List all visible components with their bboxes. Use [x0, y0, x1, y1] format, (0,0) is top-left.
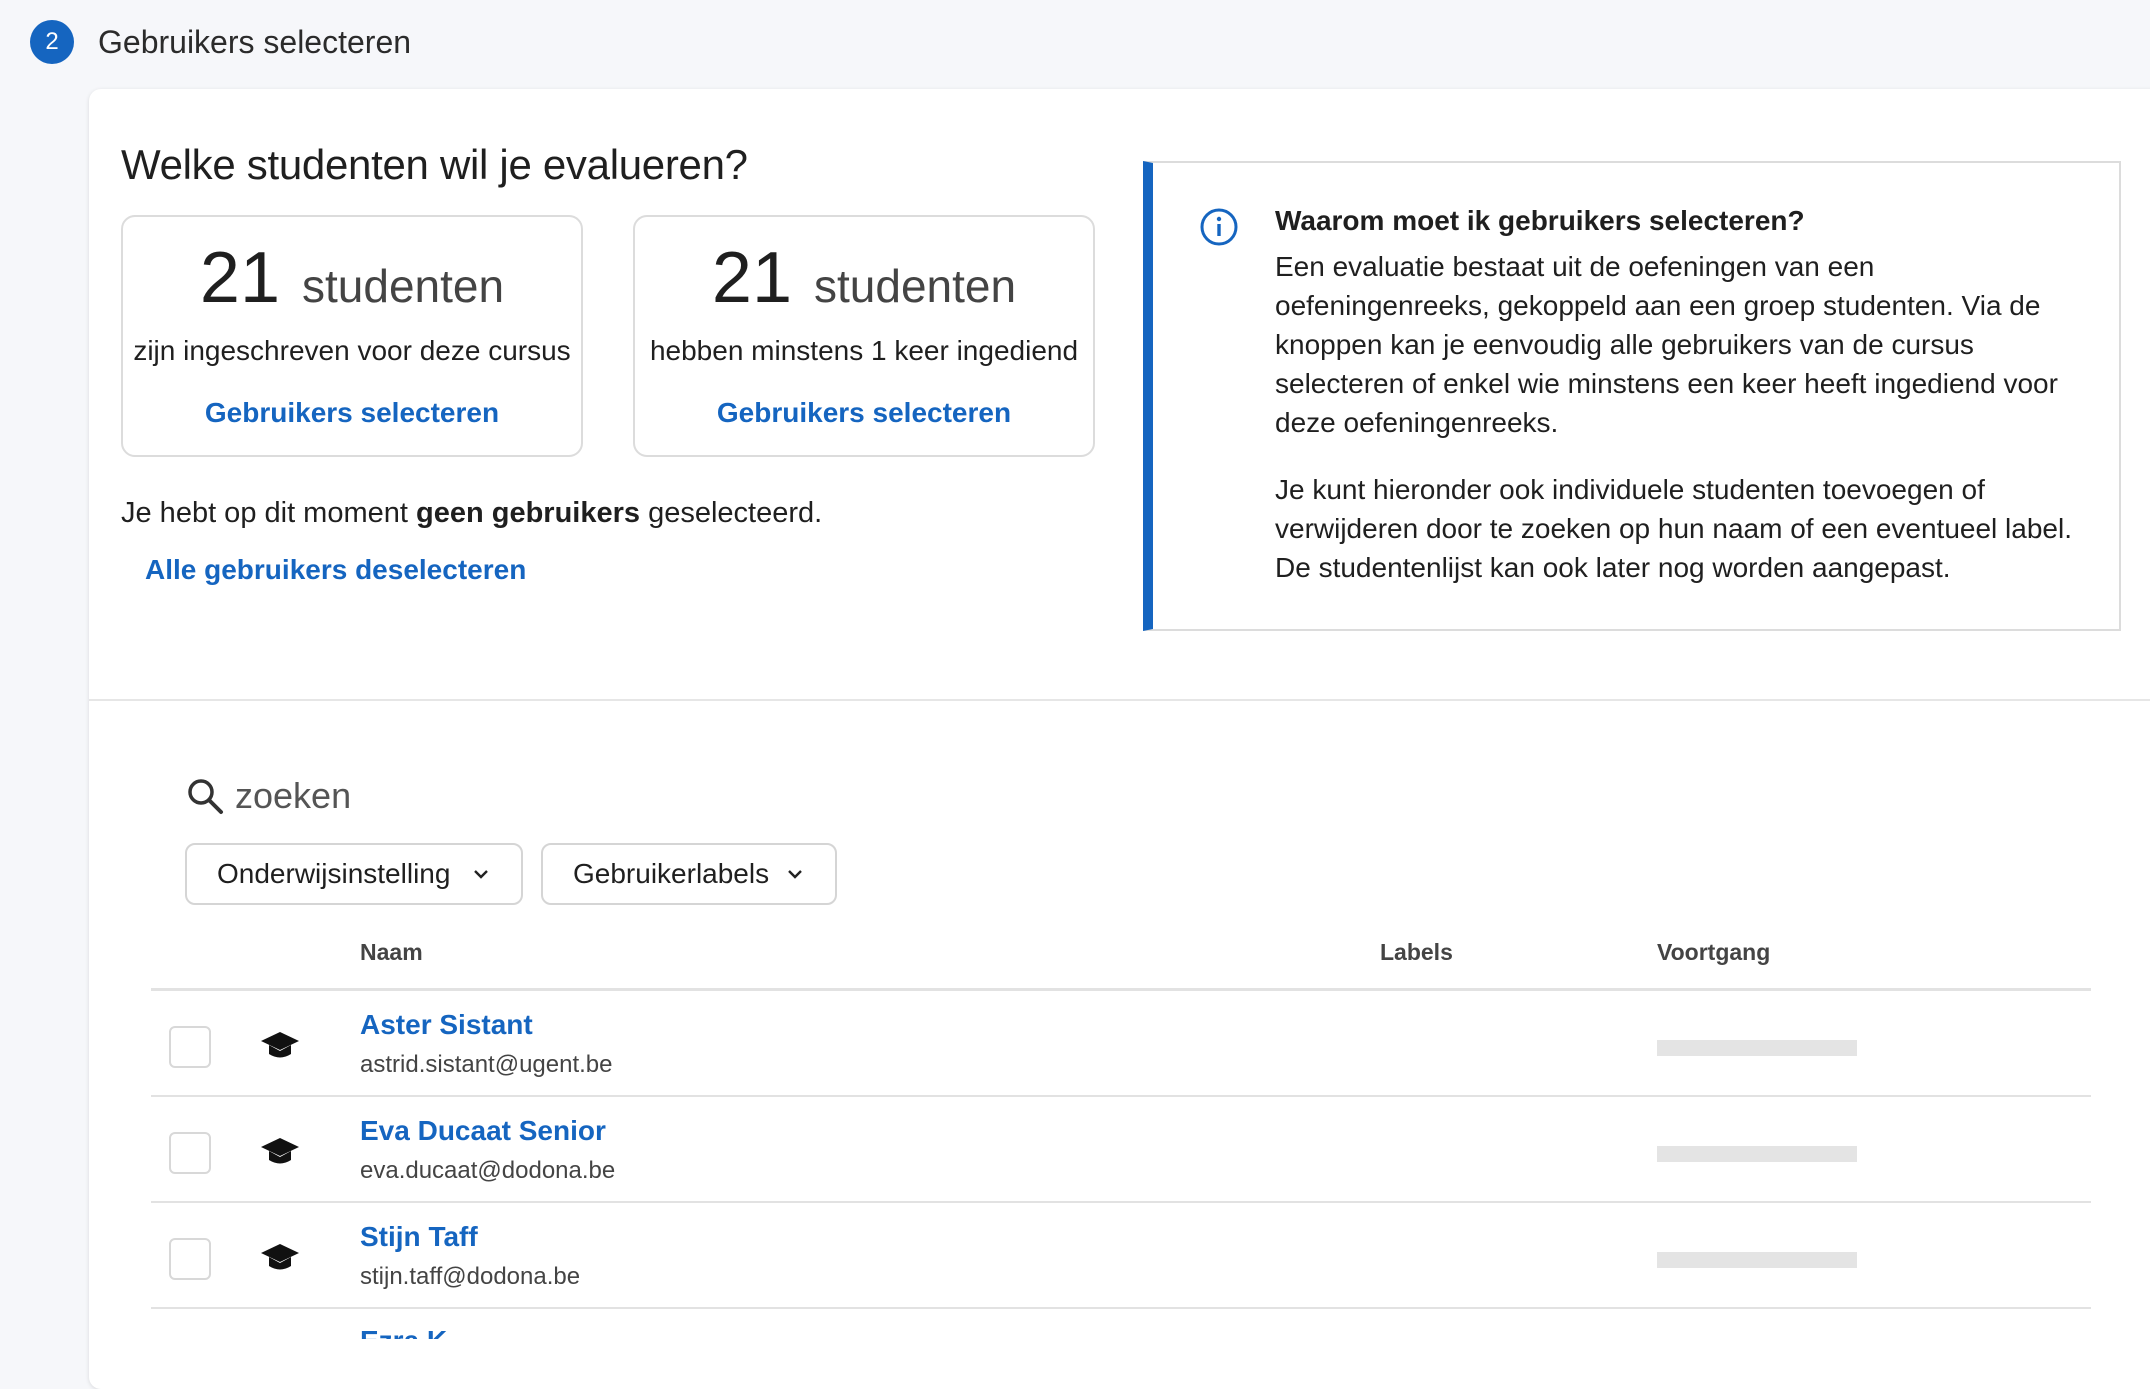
column-header-name: Naam [360, 939, 423, 965]
chevron-down-icon [474, 870, 488, 879]
progress-bar [1657, 1040, 1857, 1056]
graduation-cap-icon [261, 1138, 299, 1164]
info-paragraph: Je kunt hieronder ook individuele studen… [1275, 474, 2072, 583]
section-divider [89, 699, 2150, 701]
graduation-cap-icon [261, 1032, 299, 1058]
stat-description: zijn ingeschreven voor deze cursus [133, 335, 571, 366]
table-row: Ezra K [151, 1309, 2091, 1339]
institution-filter-dropdown[interactable]: Onderwijsinstelling [185, 843, 523, 905]
step-number-badge: 2 [30, 20, 74, 64]
user-name-link[interactable]: Stijn Taff [360, 1221, 478, 1253]
search-bar [185, 775, 835, 817]
table-header: Naam Labels Voortgang [151, 927, 2091, 991]
user-labels-filter-dropdown[interactable]: Gebruikerlabels [541, 843, 837, 905]
info-panel: Waarom moet ik gebruikers selecteren? Ee… [1143, 161, 2121, 631]
search-input[interactable] [235, 775, 835, 817]
stat-unit: studenten [302, 260, 505, 312]
chevron-down-icon [788, 870, 802, 879]
select-enrolled-users-link[interactable]: Gebruikers selecteren [205, 397, 499, 429]
stat-description: hebben minstens 1 keer ingediend [649, 335, 1079, 366]
selection-card: Welke studenten wil je evalueren? 21 stu… [89, 89, 2150, 1389]
stat-box-enrolled: 21 studenten zijn ingeschreven voor deze… [121, 215, 583, 457]
selection-count: geen gebruikers [416, 497, 641, 529]
user-name-link[interactable]: Eva Ducaat Senior [360, 1115, 606, 1147]
column-header-labels: Labels [1380, 939, 1453, 965]
step-title: Gebruikers selecteren [98, 23, 412, 60]
graduation-cap-icon [261, 1244, 299, 1270]
users-table: Naam Labels Voortgang Aster Sistant astr… [151, 927, 2091, 1339]
table-row: Stijn Taff stijn.taff@dodona.be [151, 1203, 2091, 1309]
user-email: eva.ducaat@dodona.be [360, 1157, 616, 1184]
selection-prefix: Je hebt op dit moment [121, 497, 416, 529]
row-checkbox[interactable] [169, 1026, 211, 1068]
stat-unit: studenten [814, 260, 1017, 312]
selection-suffix: geselecteerd. [640, 497, 823, 529]
info-paragraph: Een evaluatie bestaat uit de oefeningen … [1275, 251, 2058, 438]
step-header: 2 Gebruikers selecteren [30, 20, 411, 64]
row-checkbox[interactable] [169, 1132, 211, 1174]
filter-label: Onderwijsinstelling [217, 858, 451, 889]
column-header-progress: Voortgang [1657, 939, 1771, 965]
user-email: stijn.taff@dodona.be [360, 1263, 581, 1290]
info-icon [1200, 208, 1238, 246]
info-title: Waarom moet ik gebruikers selecteren? [1275, 205, 1805, 236]
table-row: Aster Sistant astrid.sistant@ugent.be [151, 991, 2091, 1097]
user-name-link[interactable]: Aster Sistant [360, 1009, 533, 1041]
search-icon [188, 779, 223, 814]
stat-box-submitted: 21 studenten hebben minstens 1 keer inge… [633, 215, 1095, 457]
progress-bar [1657, 1146, 1857, 1162]
stat-count: 21 [199, 238, 281, 318]
user-email: astrid.sistant@ugent.be [360, 1051, 613, 1078]
selection-status: Je hebt op dit moment geen gebruikers ge… [121, 497, 822, 530]
user-name-link[interactable]: Ezra K [360, 1325, 447, 1339]
progress-bar [1657, 1252, 1857, 1268]
row-checkbox[interactable] [169, 1238, 211, 1280]
question-heading: Welke studenten wil je evalueren? [121, 141, 748, 188]
deselect-all-users-link[interactable]: Alle gebruikers deselecteren [145, 554, 526, 586]
select-submitted-users-link[interactable]: Gebruikers selecteren [717, 397, 1011, 429]
table-row: Eva Ducaat Senior eva.ducaat@dodona.be [151, 1097, 2091, 1203]
stat-count: 21 [711, 238, 793, 318]
filter-label: Gebruikerlabels [573, 858, 770, 889]
